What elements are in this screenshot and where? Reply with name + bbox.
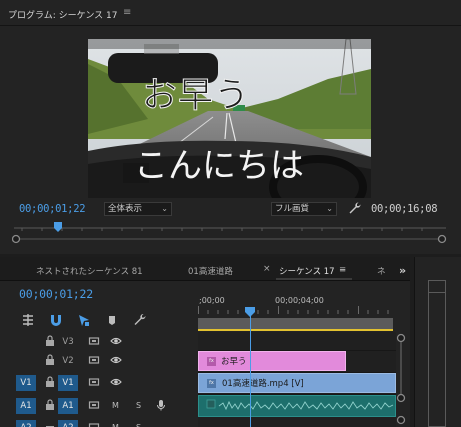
solo-button[interactable]: S [136, 401, 141, 410]
microphone-icon[interactable] [155, 399, 167, 411]
source-patch-a1[interactable]: A1 [16, 398, 36, 414]
video-subtitle-text: こんにちは [134, 146, 304, 186]
program-monitor-scrubber[interactable] [11, 222, 448, 246]
timeline-tool-row [0, 312, 198, 332]
tab-close-icon[interactable]: × [263, 264, 271, 274]
program-monitor-title[interactable]: プログラム: シーケンス 17 [8, 8, 118, 21]
nest-insert-icon[interactable] [20, 312, 36, 328]
track-label-a2[interactable]: A2 [58, 420, 78, 427]
video-title-text: お早う [141, 76, 251, 117]
timeline-playhead-line [250, 315, 251, 427]
timeline-current-timecode[interactable]: 00;00;01;22 [19, 287, 93, 301]
sequence-duration-timecode: 00;00;16;08 [371, 203, 438, 215]
eye-icon[interactable] [110, 354, 122, 366]
tab-overflow-icon[interactable]: » [399, 264, 406, 277]
track-label-v3[interactable]: V3 [58, 334, 78, 350]
linked-selection-icon[interactable] [76, 312, 92, 328]
source-patch-v1[interactable]: V1 [16, 375, 36, 391]
zoom-scroll-start-handle[interactable] [11, 234, 21, 244]
monitor-playhead[interactable] [54, 222, 62, 232]
timeline-settings-wrench-icon[interactable] [132, 312, 148, 328]
audio-meter-tick [429, 292, 445, 293]
tab-sequence-17[interactable]: シーケンス 17 [279, 265, 335, 277]
add-marker-icon[interactable] [104, 312, 120, 328]
mute-button[interactable]: M [112, 423, 119, 427]
lock-icon[interactable] [44, 354, 56, 366]
video-clip-label: 01高速道路.mp4 [V] [222, 379, 304, 389]
source-patch-a2[interactable]: A2 [16, 420, 36, 427]
fx-badge: fx [207, 357, 216, 366]
solo-button[interactable]: S [136, 423, 141, 427]
lock-icon[interactable] [44, 399, 56, 411]
chevron-down-icon: ⌄ [326, 204, 333, 213]
timeline-playhead-handle[interactable] [245, 307, 255, 317]
track-header-a2: A2 A2 M S [0, 418, 198, 427]
sync-lock-icon[interactable] [88, 376, 100, 388]
sync-lock-icon[interactable] [88, 354, 100, 366]
ruler-label-start: ;00;00 [199, 296, 225, 305]
lock-icon[interactable] [44, 376, 56, 388]
active-tab-indicator [276, 278, 352, 280]
tab-nested-sequence-81[interactable]: ネストされたシーケンス 81 [36, 265, 143, 277]
snap-magnet-icon[interactable] [48, 312, 64, 328]
chevron-down-icon: ⌄ [161, 204, 168, 213]
track-header-v1: V1 V1 [0, 373, 198, 393]
zoom-level-select[interactable]: 全体表示 ⌄ [104, 202, 172, 216]
render-status-bar [198, 329, 393, 331]
track-label-v2[interactable]: V2 [58, 353, 78, 369]
track-header-v3: V3 [0, 332, 198, 352]
audio-meter [428, 280, 446, 427]
vertical-scrollbar[interactable] [396, 332, 406, 427]
eye-icon[interactable] [110, 335, 122, 347]
fx-badge: fx [207, 379, 216, 388]
eye-icon[interactable] [110, 376, 122, 388]
track-header-a1: A1 A1 M S [0, 396, 198, 416]
zoom-scroll-end-handle[interactable] [437, 234, 447, 244]
lock-icon[interactable] [44, 335, 56, 347]
program-current-timecode[interactable]: 00;00;01;22 [19, 203, 86, 215]
panel-menu-icon[interactable]: ≡ [123, 7, 131, 18]
sync-lock-icon[interactable] [88, 335, 100, 347]
title-clip-label: お早う [221, 357, 247, 367]
sync-lock-icon[interactable] [88, 399, 100, 411]
lock-icon[interactable] [44, 421, 56, 427]
zoom-level-value: 全体表示 [108, 204, 143, 214]
ruler-label-4s: 00;00;04;00 [275, 296, 324, 305]
audio-waveform [206, 399, 394, 411]
tab-menu-icon[interactable]: ≡ [339, 265, 346, 275]
program-video-frame[interactable]: お早う こんにちは [88, 39, 371, 198]
playback-quality-select[interactable]: フル画質 ⌄ [271, 202, 337, 216]
mute-button[interactable]: M [112, 401, 119, 410]
tab-nested-overflow[interactable]: ネ [377, 265, 386, 277]
track-header-v2: V2 [0, 351, 198, 371]
audio-clip[interactable] [198, 395, 396, 417]
tab-highway-01[interactable]: 01高速道路 [188, 265, 233, 277]
track-label-a1[interactable]: A1 [58, 398, 78, 414]
settings-wrench-icon[interactable] [348, 201, 362, 215]
playback-quality-value: フル画質 [275, 204, 310, 214]
sync-lock-icon[interactable] [88, 421, 100, 427]
track-label-v1[interactable]: V1 [58, 375, 78, 391]
